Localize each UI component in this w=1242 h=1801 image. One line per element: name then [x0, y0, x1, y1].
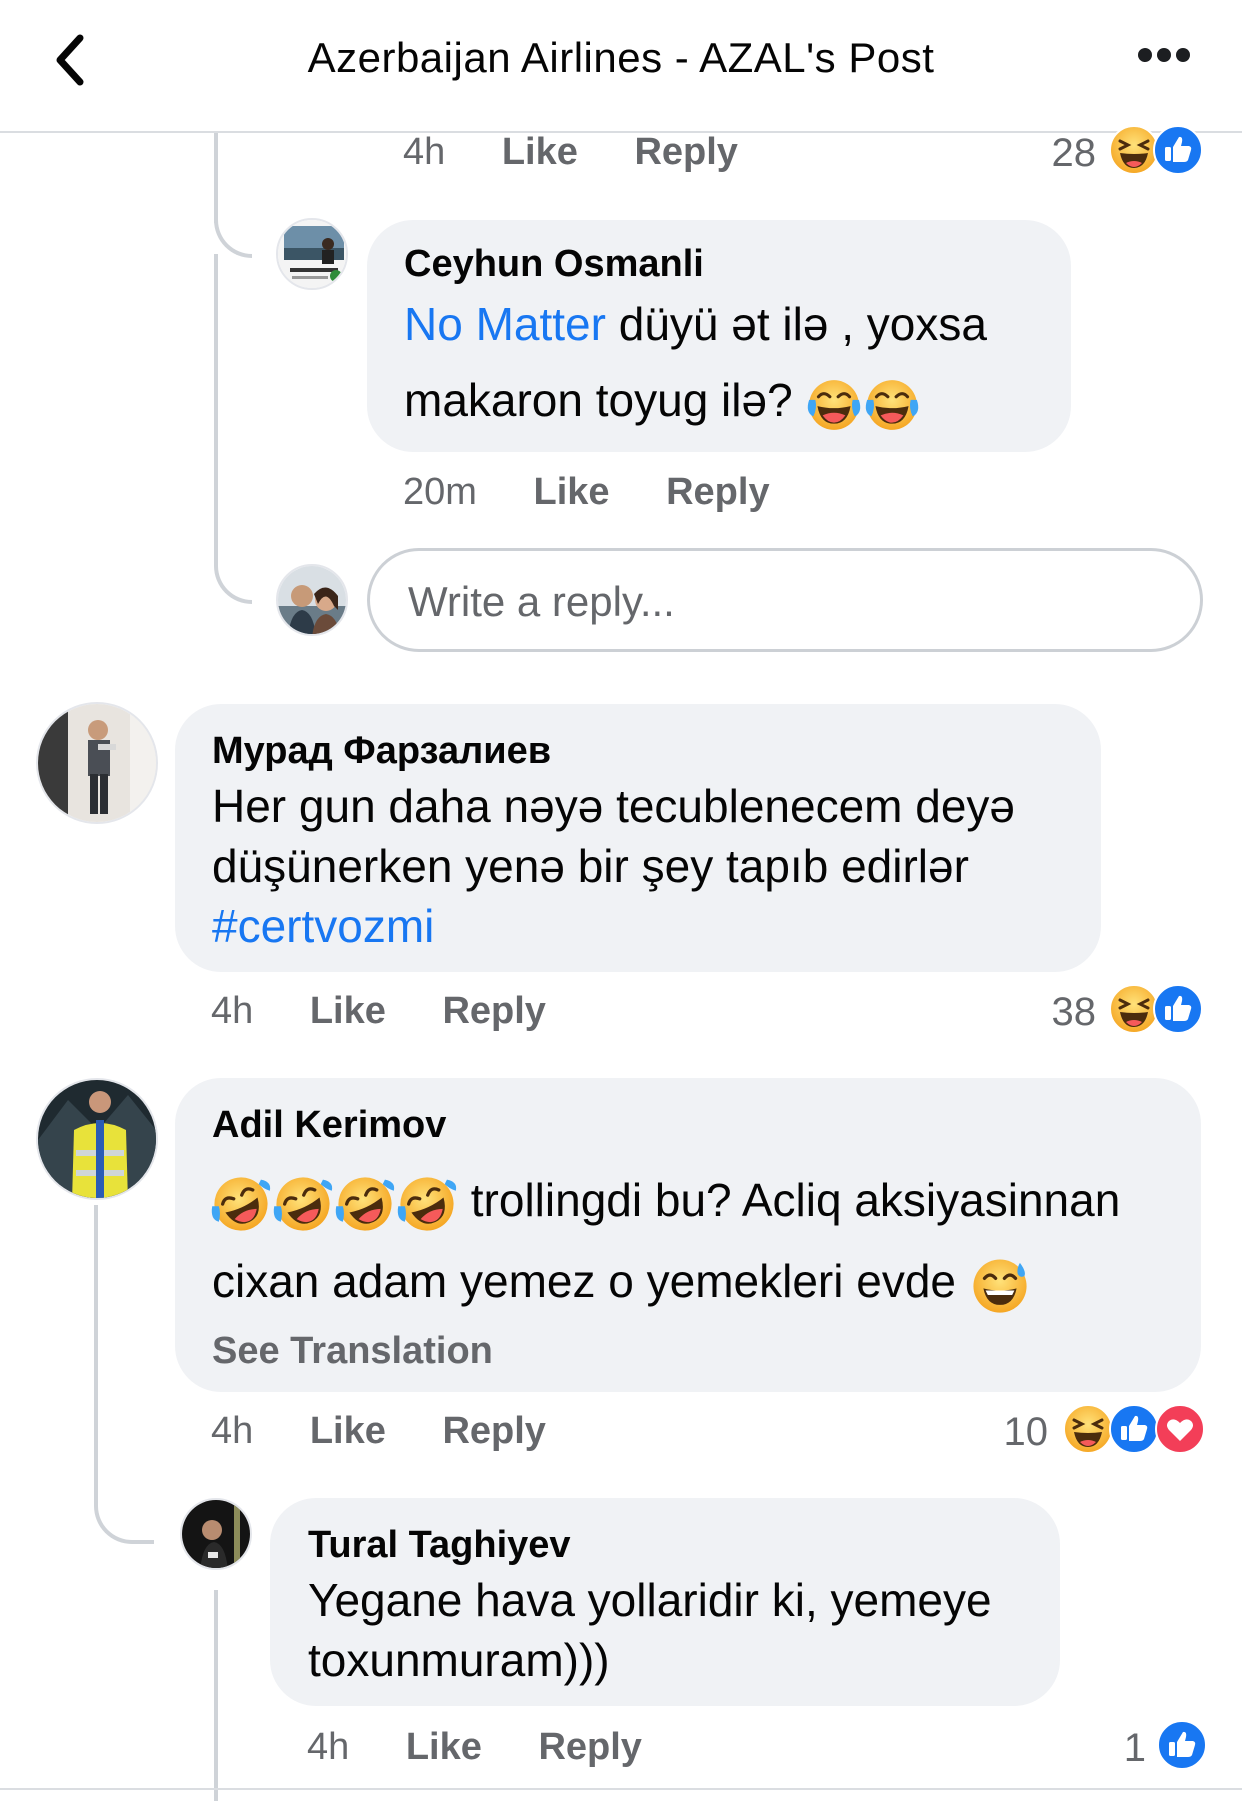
avatar[interactable]	[276, 218, 348, 290]
reaction-count[interactable]: 28	[1030, 131, 1097, 176]
comment-text-line1: trollingdi bu? Acliq aksiyasinnan	[458, 1174, 1121, 1226]
reaction-icons[interactable]	[1108, 983, 1208, 1035]
comment-time: 20m	[403, 471, 477, 513]
comment-time: 4h	[211, 990, 254, 1032]
thread-line	[214, 254, 218, 554]
comment-text: makaron toyug ilə?	[404, 370, 921, 433]
reaction-count[interactable]: 1	[1080, 1726, 1146, 1771]
like-link[interactable]: Like	[406, 1726, 482, 1768]
reaction-icons[interactable]	[1156, 1719, 1208, 1771]
like-icon	[1152, 124, 1204, 176]
comment-text-line1: düyü ət ilə , yoxsa	[605, 298, 987, 350]
reply-link[interactable]: Reply	[442, 990, 545, 1032]
like-link[interactable]: Like	[310, 1410, 386, 1452]
reaction-icons[interactable]	[1062, 1403, 1208, 1455]
see-translation-link[interactable]: See Translation	[212, 1330, 493, 1373]
like-icon	[1108, 1403, 1160, 1455]
avatar[interactable]	[36, 702, 158, 824]
page-title: Azerbaijan Airlines - AZAL's Post	[307, 34, 935, 81]
comment-meta: 4h Like Reply	[211, 990, 546, 1033]
avatar[interactable]	[180, 1498, 252, 1570]
comment-meta: 20m Like Reply	[403, 471, 770, 514]
joy-emoji	[805, 375, 863, 433]
love-icon	[1154, 1403, 1206, 1455]
comment-time: 4h	[307, 1726, 350, 1768]
comment-time: 4h	[403, 131, 446, 173]
my-avatar[interactable]	[276, 564, 348, 636]
like-link[interactable]: Like	[533, 471, 609, 513]
avatar[interactable]	[36, 1078, 158, 1200]
bottom-divider	[0, 1788, 1242, 1790]
reply-input[interactable]	[406, 577, 1170, 627]
like-link[interactable]: Like	[310, 990, 386, 1032]
comment-text-line2: düşünerken yenə bir şey tapıb edirlər	[212, 840, 969, 892]
comment-meta: 4h Like Reply	[403, 131, 738, 174]
comment-text: No Matter düyü ət ilə , yoxsa	[404, 294, 987, 354]
thread-line	[214, 1590, 218, 1801]
reply-link[interactable]: Reply	[634, 131, 737, 173]
comment-text: cixan adam yemez o yemekleri evde	[212, 1247, 1031, 1316]
reply-box[interactable]	[367, 548, 1203, 652]
thread-line	[94, 1205, 98, 1455]
commenter-name[interactable]: Tural Taghiyev	[308, 1524, 571, 1567]
comment-text-line1: Yegane hava yollaridir ki, yemeye	[308, 1574, 992, 1626]
comment-text: trollingdi bu? Acliq aksiyasinnan	[210, 1166, 1120, 1235]
commenter-name[interactable]: Мурад Фарзалиев	[212, 730, 551, 773]
joy-emoji	[863, 375, 921, 433]
comment-text-line2: toxunmuram)))	[308, 1634, 610, 1686]
comment-text-line2: makaron toyug ilə?	[404, 374, 793, 426]
hashtag-link[interactable]: #certvozmi	[212, 896, 434, 956]
reaction-count[interactable]: 10	[982, 1410, 1049, 1455]
thread-curve	[214, 520, 252, 604]
reply-link[interactable]: Reply	[666, 471, 769, 513]
rofl-emoji	[396, 1173, 458, 1235]
like-link[interactable]: Like	[502, 131, 578, 173]
like-icon	[1152, 983, 1204, 1035]
rofl-emoji	[272, 1173, 334, 1235]
comment-meta: 4h Like Reply	[307, 1726, 642, 1769]
comment-text-line2: cixan adam yemez o yemekleri evde	[212, 1255, 956, 1307]
comment-time: 4h	[211, 1410, 254, 1452]
rofl-emoji	[334, 1173, 396, 1235]
comment-meta: 4h Like Reply	[211, 1410, 546, 1453]
rofl-emoji	[210, 1173, 272, 1235]
reaction-icons[interactable]	[1108, 124, 1208, 176]
reply-link[interactable]: Reply	[442, 1410, 545, 1452]
reply-link[interactable]: Reply	[538, 1726, 641, 1768]
commenter-name[interactable]: Ceyhun Osmanli	[404, 243, 704, 286]
comment-text-line1: Her gun daha nəyə tecublenecem deyə	[212, 780, 1016, 832]
mention-link[interactable]: No Matter	[404, 298, 606, 350]
thread-curve	[94, 1440, 154, 1544]
top-bar: Azerbaijan Airlines - AZAL's Post	[0, 0, 1242, 133]
reaction-count[interactable]: 38	[1030, 990, 1097, 1035]
sweat-smile-emoji	[969, 1254, 1031, 1316]
more-options-icon[interactable]	[1138, 48, 1198, 72]
like-icon	[1156, 1719, 1208, 1771]
commenter-name[interactable]: Adil Kerimov	[212, 1104, 446, 1147]
haha-icon	[1062, 1403, 1114, 1455]
thread-curve	[214, 190, 252, 258]
